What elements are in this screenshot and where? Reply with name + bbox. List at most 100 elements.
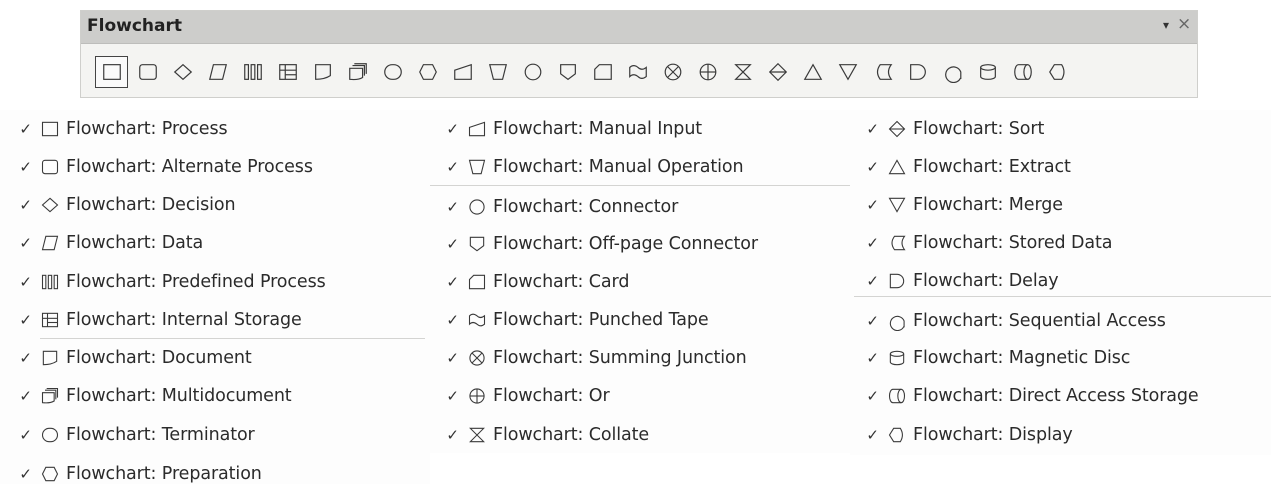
menu-item-process[interactable]: ✓ Flowchart: Process — [0, 110, 228, 148]
multidocument-icon — [40, 385, 66, 407]
menu-item-stored-data[interactable]: ✓ Flowchart: Stored Data — [850, 224, 1112, 262]
menu-item-direct-access-storage[interactable]: ✓ Flowchart: Direct Access Storage — [850, 377, 1198, 415]
toolbar-button-connector[interactable] — [515, 56, 550, 88]
menu-item-or[interactable]: ✓ Flowchart: Or — [430, 377, 609, 415]
toolbar-titlebar[interactable]: Flowchart ▾ × — [81, 11, 1197, 44]
extract-icon-svg — [803, 63, 822, 80]
preparation-icon-svg — [41, 466, 59, 482]
menu-item-sort[interactable]: ✓ Flowchart: Sort — [850, 110, 1044, 148]
toolbar-button-stored-data[interactable] — [865, 56, 900, 88]
off-page-connector-icon-svg — [559, 64, 576, 81]
toolbar-button-sort[interactable] — [760, 56, 795, 88]
toolbar-button-display[interactable] — [1040, 56, 1075, 88]
toolbar-button-sequential-access[interactable] — [935, 56, 970, 88]
menu-item-extract[interactable]: ✓ Flowchart: Extract — [850, 148, 1070, 186]
menu-item-manual-operation[interactable]: ✓ Flowchart: Manual Operation — [430, 148, 743, 186]
toolbar-button-direct-access-storage[interactable] — [1005, 56, 1040, 88]
manual-input-icon — [467, 118, 493, 140]
manual-input-icon — [452, 61, 474, 83]
checkmark-icon: ✓ — [866, 426, 879, 444]
toolbar-button-data[interactable] — [200, 56, 235, 88]
toolbar-button-summing-junction[interactable] — [655, 56, 690, 88]
summing-junction-icon-svg — [664, 63, 681, 81]
toolbar-button-merge[interactable] — [830, 56, 865, 88]
menu-item-document[interactable]: ✓ Flowchart: Document — [0, 339, 252, 377]
menu-item-internal-storage[interactable]: ✓ Flowchart: Internal Storage — [0, 301, 301, 339]
toolbar-button-delay[interactable] — [900, 56, 935, 88]
toolbar-button-process[interactable] — [95, 56, 128, 88]
direct-access-storage-icon-svg — [888, 388, 906, 404]
toolbar-button-alternate-process[interactable] — [130, 56, 165, 88]
toolbar-button-punched-tape[interactable] — [620, 56, 655, 88]
toolbar-close-icon[interactable]: × — [1177, 14, 1191, 34]
checkmark-icon: ✓ — [866, 312, 879, 330]
toolbar-button-decision[interactable] — [165, 56, 200, 88]
terminator-icon-svg — [41, 427, 59, 443]
menu-item-terminator[interactable]: ✓ Flowchart: Terminator — [0, 416, 254, 454]
delay-icon-svg — [889, 273, 905, 289]
menu-item-magnetic-disc[interactable]: ✓ Flowchart: Magnetic Disc — [850, 339, 1130, 377]
toolbar-button-document[interactable] — [305, 56, 340, 88]
menu-item-merge[interactable]: ✓ Flowchart: Merge — [850, 186, 1063, 224]
toolbar-button-manual-operation[interactable] — [480, 56, 515, 88]
menu-item-label: Flowchart: Process — [66, 119, 228, 139]
menu-item-manual-input[interactable]: ✓ Flowchart: Manual Input — [430, 110, 702, 148]
decision-icon-svg — [41, 197, 59, 213]
checkmark-icon: ✓ — [19, 120, 32, 138]
menu-item-display[interactable]: ✓ Flowchart: Display — [850, 416, 1073, 454]
menu-item-decision[interactable]: ✓ Flowchart: Decision — [0, 186, 236, 224]
or-icon-svg — [699, 63, 716, 81]
menu-item-punched-tape[interactable]: ✓ Flowchart: Punched Tape — [430, 301, 708, 339]
menu-item-preparation[interactable]: ✓ Flowchart: Preparation — [0, 455, 261, 493]
menu-item-predefined-process[interactable]: ✓ Flowchart: Predefined Process — [0, 263, 325, 301]
menu-item-card[interactable]: ✓ Flowchart: Card — [430, 263, 629, 301]
checkmark-icon: ✓ — [19, 465, 32, 483]
sequential-access-icon-svg — [944, 66, 961, 83]
checkmark-icon: ✓ — [446, 426, 459, 444]
menu-item-alternate-process[interactable]: ✓ Flowchart: Alternate Process — [0, 148, 313, 186]
toolbar-button-card[interactable] — [585, 56, 620, 88]
toolbar-button-manual-input[interactable] — [445, 56, 480, 88]
menu-item-label: Flowchart: Merge — [913, 195, 1063, 215]
connector-icon — [467, 196, 493, 218]
menu-item-off-page-connector[interactable]: ✓ Flowchart: Off-page Connector — [430, 225, 758, 263]
menu-item-delay[interactable]: ✓ Flowchart: Delay — [850, 262, 1058, 300]
toolbar-button-predefined-process[interactable] — [235, 56, 270, 88]
checkmark-icon: ✓ — [866, 387, 879, 405]
menu-item-label: Flowchart: Magnetic Disc — [913, 348, 1131, 368]
menu-item-multidocument[interactable]: ✓ Flowchart: Multidocument — [0, 377, 291, 415]
toolbar-button-collate[interactable] — [725, 56, 760, 88]
menu-item-sequential-access[interactable]: ✓ Flowchart: Sequential Access — [850, 302, 1166, 340]
menu-item-label: Flowchart: Display — [913, 425, 1073, 445]
display-icon-svg — [888, 427, 903, 443]
alternate-process-icon — [137, 61, 159, 83]
toolbar-button-or[interactable] — [690, 56, 725, 88]
manual-operation-icon — [487, 61, 509, 83]
toolbar-button-off-page-connector[interactable] — [550, 56, 585, 88]
off-page-connector-icon — [557, 61, 579, 83]
menu-item-label: Flowchart: Manual Operation — [493, 157, 744, 177]
menu-item-data[interactable]: ✓ Flowchart: Data — [0, 224, 203, 262]
menu-separator — [430, 185, 850, 186]
menu-item-label: Flowchart: Decision — [66, 195, 236, 215]
menu-item-label: Flowchart: Manual Input — [493, 119, 703, 139]
toolbar-button-preparation[interactable] — [410, 56, 445, 88]
sequential-access-icon — [887, 310, 913, 332]
toolbar-button-extract[interactable] — [795, 56, 830, 88]
toolbar-button-multidocument[interactable] — [340, 56, 375, 88]
menu-item-collate[interactable]: ✓ Flowchart: Collate — [430, 416, 649, 454]
menu-item-summing-junction[interactable]: ✓ Flowchart: Summing Junction — [430, 339, 746, 377]
checkmark-icon: ✓ — [866, 349, 879, 367]
toolbar-button-internal-storage[interactable] — [270, 56, 305, 88]
predefined-process-icon-svg — [41, 274, 59, 290]
decision-icon-svg — [173, 63, 192, 81]
display-icon-svg — [1048, 64, 1065, 80]
shape-menu-column-3: ✓ Flowchart: Sort ✓ Flowchart: Extract ✓ Flow… — [850, 110, 1271, 455]
toolbar-button-magnetic-disc[interactable] — [970, 56, 1005, 88]
menu-item-label: Flowchart: Document — [66, 348, 252, 368]
magnetic-disc-icon — [977, 61, 999, 83]
menu-separator — [40, 338, 425, 339]
toolbar-button-terminator[interactable] — [375, 56, 410, 88]
toolbar-menu-arrow-icon[interactable]: ▾ — [1163, 18, 1169, 32]
menu-item-connector[interactable]: ✓ Flowchart: Connector — [430, 188, 678, 226]
